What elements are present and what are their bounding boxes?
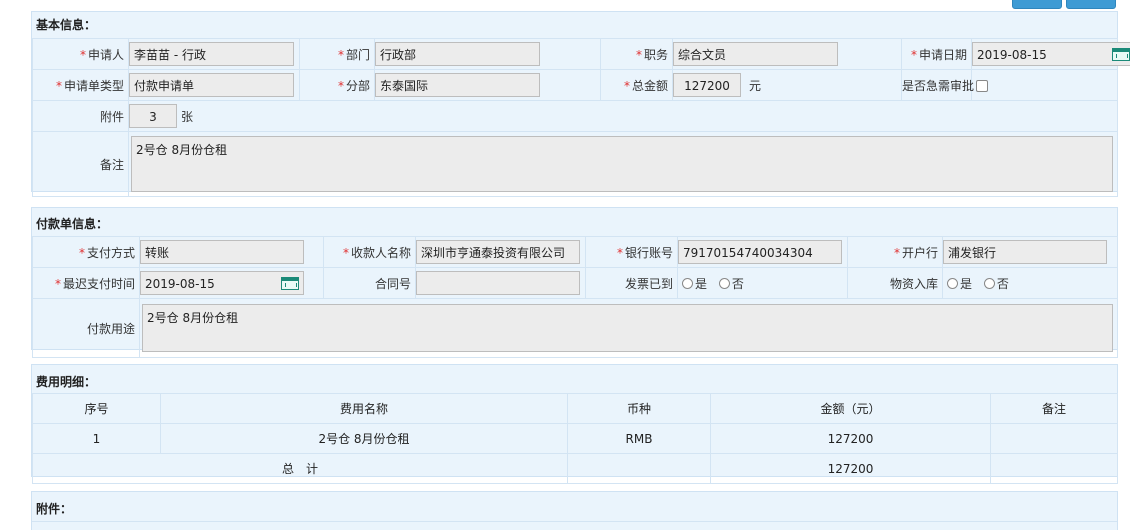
dept-field[interactable]: 行政部 — [375, 42, 540, 66]
payment-info-title: 付款单信息： — [36, 217, 109, 231]
col-header-name: 费用名称 — [160, 393, 568, 424]
contract-label: 合同号 — [323, 267, 416, 299]
attachments-section: 附件： — [31, 491, 1118, 530]
urgent-checkbox[interactable] — [976, 79, 988, 92]
table-row: 1 2号仓 8月份仓租 RMB 127200 — [32, 423, 1118, 454]
latest-label: * 最迟支付时间 — [32, 267, 140, 299]
latest-date-field[interactable]: 2019-08-15 — [140, 271, 304, 295]
payment-info-table: * 支付方式 转账 * 收款人名称 深圳市亨通泰投资有限公司 * 银行账号 79170… — [32, 236, 1118, 358]
attach-count-field[interactable]: 3 — [129, 104, 177, 128]
action-button-1[interactable] — [1012, 0, 1062, 9]
applicant-label: * 申请人 — [32, 38, 129, 70]
expense-table: 序号 费用名称 币种 金额（元） 备注 1 2号仓 8月份仓租 RMB 1272… — [32, 393, 1118, 484]
calendar-icon[interactable] — [281, 277, 299, 290]
branch-field[interactable]: 东泰国际 — [375, 73, 540, 97]
action-button-2[interactable] — [1066, 0, 1116, 9]
total-field[interactable]: 127200 — [673, 73, 741, 97]
type-label: * 申请单类型 — [32, 69, 129, 101]
stock-label: 物资入库 — [847, 267, 943, 299]
branch-label: * 分部 — [299, 69, 375, 101]
row-amount: 127200 — [710, 423, 991, 454]
remark-field[interactable]: 2号仓 8月份仓租 — [131, 136, 1113, 192]
col-header-no: 序号 — [32, 393, 161, 424]
expense-header-row: 序号 费用名称 币种 金额（元） 备注 — [32, 393, 1118, 424]
urgent-label: 是否急需审批 — [901, 69, 974, 101]
total-row: 总 计 127200 — [32, 453, 1118, 484]
remark-label: 备注 — [32, 131, 129, 197]
total-amount-cell: 127200 — [710, 453, 991, 484]
stock-no-radio[interactable] — [983, 277, 995, 289]
row-remark — [990, 423, 1118, 454]
account-field[interactable]: 79170154740034304 — [678, 240, 842, 264]
contract-field[interactable] — [416, 271, 580, 295]
basic-info-table: * 申请人 李苗苗 - 行政 * 部门 行政部 * 职务 综合文员 * 申请日期 201… — [32, 38, 1130, 197]
basic-info-section: 基本信息： * 申请人 李苗苗 - 行政 * 部门 行政部 * 职务 综合文员 * 申请… — [31, 11, 1130, 197]
bank-field[interactable]: 浦发银行 — [943, 240, 1107, 264]
attach-label: 附件 — [32, 100, 129, 132]
post-label: * 职务 — [600, 38, 673, 70]
row-name: 2号仓 8月份仓租 — [160, 423, 568, 454]
invoice-yes-label: 是 — [695, 276, 708, 291]
post-field[interactable]: 综合文员 — [673, 42, 838, 66]
total-remark-cell — [990, 453, 1118, 484]
stock-yes-label: 是 — [960, 276, 973, 291]
invoice-no-radio[interactable] — [718, 277, 730, 289]
invoice-yes-radio[interactable] — [682, 277, 693, 289]
col-header-amount: 金额（元） — [710, 393, 991, 424]
date-label: * 申请日期 — [901, 38, 972, 70]
stock-no-label: 否 — [996, 276, 1009, 291]
row-no: 1 — [32, 423, 161, 454]
calendar-icon[interactable] — [1112, 48, 1130, 61]
method-label: * 支付方式 — [32, 236, 140, 268]
payment-info-section: 付款单信息： * 支付方式 转账 * 收款人名称 深圳市亨通泰投资有限公司 * 银行账… — [31, 207, 1118, 358]
basic-info-title: 基本信息： — [36, 18, 97, 32]
attachments-title: 附件： — [36, 502, 73, 516]
invoice-label: 发票已到 — [585, 267, 678, 299]
date-field[interactable]: 2019-08-15 — [972, 42, 1130, 66]
stock-yes-radio[interactable] — [947, 277, 958, 289]
bank-label: * 开户行 — [847, 236, 943, 268]
purpose-label: 付款用途 — [32, 298, 140, 358]
dept-label: * 部门 — [299, 38, 375, 70]
row-currency: RMB — [567, 423, 711, 454]
attachments-table-header — [32, 521, 1117, 532]
attach-unit: 张 — [181, 109, 194, 124]
total-label-cell: 总 计 — [32, 453, 568, 484]
invoice-no-label: 否 — [731, 276, 744, 291]
col-header-currency: 币种 — [567, 393, 711, 424]
method-field[interactable]: 转账 — [140, 240, 304, 264]
payee-label: * 收款人名称 — [323, 236, 416, 268]
type-field[interactable]: 付款申请单 — [129, 73, 294, 97]
purpose-field[interactable]: 2号仓 8月份仓租 — [142, 304, 1113, 352]
payee-field[interactable]: 深圳市亨通泰投资有限公司 — [416, 240, 580, 264]
total-label: * 总金额 — [600, 69, 673, 101]
total-empty-cell — [567, 453, 711, 484]
account-label: * 银行账号 — [585, 236, 678, 268]
expense-section: 费用明细： 序号 费用名称 币种 金额（元） 备注 1 2号仓 8月份仓租 RM… — [31, 364, 1118, 484]
expense-title: 费用明细： — [36, 375, 97, 389]
total-unit: 元 — [749, 78, 762, 93]
col-header-remark: 备注 — [990, 393, 1118, 424]
applicant-field[interactable]: 李苗苗 - 行政 — [129, 42, 294, 66]
